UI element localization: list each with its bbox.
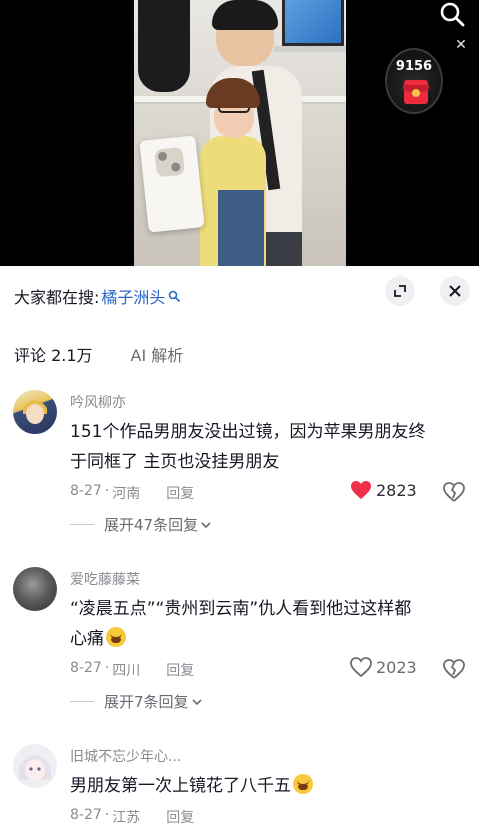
person-girl-jeans bbox=[218, 190, 264, 266]
comment-meta: 8-27 · 四川 回复 bbox=[70, 660, 194, 680]
tab-ai-analysis[interactable]: AI 解析 bbox=[131, 342, 184, 366]
meta-separator: · bbox=[104, 807, 110, 823]
meta-separator: · bbox=[104, 483, 110, 499]
search-icon bbox=[169, 290, 181, 302]
comment-location: 河南 bbox=[112, 486, 141, 502]
broken-heart-icon[interactable] bbox=[443, 658, 465, 680]
like-button[interactable]: 2023 bbox=[350, 657, 417, 677]
phone-box-camera bbox=[154, 146, 186, 178]
anime-avatar-icon bbox=[19, 755, 51, 781]
comment-date: 8-27 bbox=[70, 660, 102, 676]
store-speaker bbox=[138, 0, 190, 92]
comment-tabs: 评论 2.1万 AI 解析 bbox=[14, 342, 183, 366]
store-laptop bbox=[282, 0, 344, 46]
search-icon bbox=[440, 2, 465, 27]
comment-text-fragment: 心痛 bbox=[70, 629, 104, 649]
chevron-down-icon bbox=[201, 521, 211, 528]
comment-meta: 8-27 · 江苏 回复 bbox=[70, 807, 194, 827]
comment-username[interactable]: 旧城不忘少年心... bbox=[70, 746, 181, 766]
avatar[interactable] bbox=[13, 744, 57, 788]
comment-location: 四川 bbox=[112, 663, 141, 679]
red-envelope-icon bbox=[403, 80, 429, 104]
like-count: 2823 bbox=[376, 480, 417, 500]
chevron-down-icon bbox=[191, 698, 202, 705]
expand-panel-button[interactable] bbox=[385, 276, 415, 306]
comment-username[interactable]: 吟风柳亦 bbox=[70, 392, 126, 412]
redpacket-count: 9156 bbox=[395, 59, 433, 74]
expand-replies-label: 展开47条回复 bbox=[104, 516, 199, 534]
expand-replies-button[interactable]: 展开47条回复 bbox=[70, 514, 211, 535]
comment-username[interactable]: 爱吃藤藤菜 bbox=[70, 569, 140, 589]
comment-text: 男朋友第一次上镜花了八千五 bbox=[70, 771, 470, 801]
trending-search[interactable]: 大家都在搜: 橘子洲头 bbox=[14, 284, 181, 308]
phone-box bbox=[139, 135, 205, 233]
comment-location: 江苏 bbox=[112, 810, 141, 826]
heart-outline-icon bbox=[350, 657, 372, 677]
red-envelope-widget[interactable]: 9156 bbox=[385, 48, 443, 114]
like-button[interactable]: 2823 bbox=[350, 480, 417, 500]
expand-divider bbox=[70, 524, 94, 525]
crying-emoji-icon bbox=[293, 774, 313, 794]
trending-search-prefix: 大家都在搜: bbox=[14, 288, 100, 307]
expand-divider bbox=[70, 701, 94, 702]
comment-text: “凌晨五点”“贵州到云南”仇人看到他过这样都 心痛 bbox=[70, 594, 470, 654]
like-count: 2023 bbox=[376, 657, 417, 677]
avatar[interactable] bbox=[13, 390, 57, 434]
person-boy-hair bbox=[212, 0, 278, 30]
video-frame bbox=[134, 0, 346, 266]
heart-filled-icon bbox=[351, 481, 371, 499]
comments-panel: 大家都在搜: 橘子洲头 评论 2.1万 AI 解析 吟风柳亦 151个作品男朋友… bbox=[0, 266, 479, 831]
reply-button[interactable]: 回复 bbox=[166, 660, 194, 680]
close-icon bbox=[449, 285, 461, 297]
broken-heart-icon[interactable] bbox=[443, 481, 465, 503]
anime-avatar-icon bbox=[22, 400, 48, 434]
reply-button[interactable]: 回复 bbox=[166, 807, 194, 827]
meta-separator: · bbox=[104, 660, 110, 676]
comment-text-line: 男朋友第一次上镜花了八千五 bbox=[70, 771, 470, 801]
comment-date: 8-27 bbox=[70, 807, 102, 823]
comment-date: 8-27 bbox=[70, 483, 102, 499]
avatar[interactable] bbox=[13, 567, 57, 611]
crying-laughing-emoji-icon bbox=[106, 627, 126, 647]
expand-replies-label: 展开7条回复 bbox=[104, 693, 189, 711]
video-player[interactable]: ✕ 9156 bbox=[0, 0, 479, 266]
close-icon[interactable]: ✕ bbox=[452, 36, 470, 54]
reply-button[interactable]: 回复 bbox=[166, 483, 194, 503]
comment-text-line: 心痛 bbox=[70, 624, 470, 654]
expand-replies-button[interactable]: 展开7条回复 bbox=[70, 691, 202, 712]
expand-icon bbox=[394, 285, 406, 297]
tab-comments[interactable]: 评论 2.1万 bbox=[14, 342, 93, 366]
comment-text-line: 151个作品男朋友没出过镜，因为苹果男朋友终 bbox=[70, 422, 426, 442]
comment-text-line: “凌晨五点”“贵州到云南”仇人看到他过这样都 bbox=[70, 599, 412, 619]
comment-text: 151个作品男朋友没出过镜，因为苹果男朋友终 于同框了 主页也没挂男朋友 bbox=[70, 417, 470, 477]
trending-search-keyword[interactable]: 橘子洲头 bbox=[101, 284, 165, 308]
comment-text-fragment: 男朋友第一次上镜花了八千五 bbox=[70, 776, 291, 796]
store-laptop-base bbox=[274, 46, 346, 52]
close-panel-button[interactable] bbox=[440, 276, 470, 306]
comment-text-line: 于同框了 主页也没挂男朋友 bbox=[70, 452, 280, 472]
comment-meta: 8-27 · 河南 回复 bbox=[70, 483, 194, 503]
search-button[interactable] bbox=[436, 0, 468, 28]
